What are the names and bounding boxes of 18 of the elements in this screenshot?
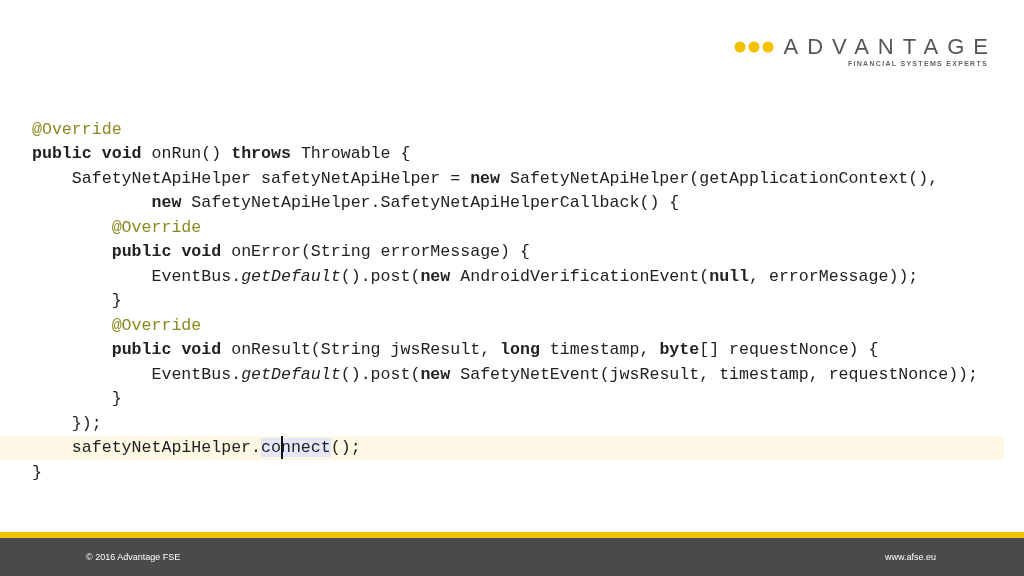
code-line: @Override bbox=[110, 217, 202, 237]
code-line: public void onResult(String jwsResult, long timestamp, byte[] requestNonce) { bbox=[110, 340, 879, 360]
code-line: } bbox=[110, 389, 122, 409]
code-line: public void onError(String errorMessage) { bbox=[110, 242, 530, 262]
code-line: } bbox=[110, 291, 122, 311]
copyright-text: © 2016 Advantage FSE bbox=[86, 552, 181, 562]
code-line: @Override bbox=[32, 119, 122, 139]
dots-icon bbox=[733, 41, 776, 53]
website-text: www.afse.eu bbox=[884, 552, 936, 562]
code-line: @Override bbox=[110, 315, 202, 335]
code-line: public void onRun() throws Throwable { bbox=[32, 144, 411, 164]
code-line: EventBus.getDefault().post(new SafetyNetEvent(jwsResult, timestamp, requestNonce)); bbox=[150, 364, 979, 384]
code-line: }); bbox=[70, 413, 102, 433]
code-line: EventBus.getDefault().post(new AndroidVerificationEvent(null, errorMessage)); bbox=[150, 266, 919, 286]
logo-name: ADVANTAGE bbox=[783, 36, 997, 58]
code-line: new SafetyNetApiHelper.SafetyNetApiHelperCallback() { bbox=[150, 193, 680, 213]
code-line: } bbox=[32, 462, 42, 482]
code-line: SafetyNetApiHelper safetyNetApiHelper = new SafetyNetApiHelper(getApplicationContext(), bbox=[70, 168, 939, 188]
